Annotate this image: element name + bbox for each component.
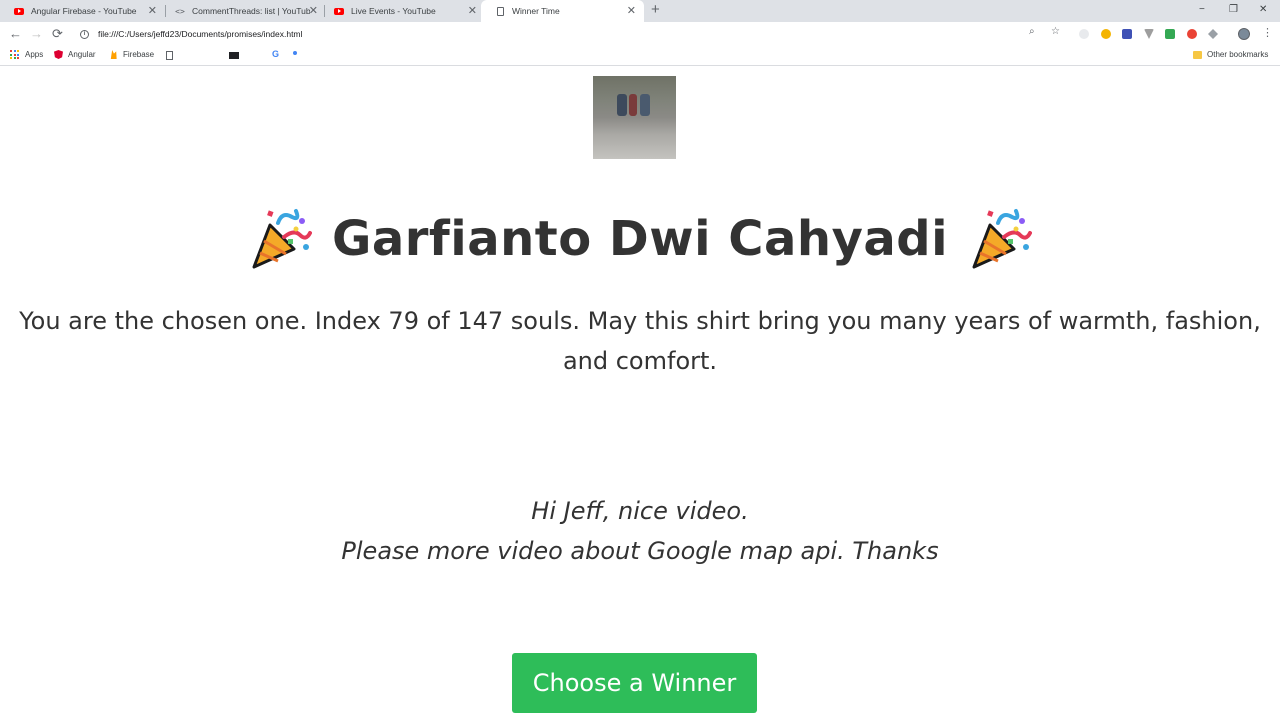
winner-comment: Hi Jeff, nice video. Please more video a… xyxy=(0,491,1280,571)
bookmark-label: Apps xyxy=(25,50,44,59)
other-bookmarks[interactable]: Other bookmarks xyxy=(1193,50,1268,59)
extension-icon[interactable] xyxy=(1101,29,1111,39)
close-tab-icon[interactable]: ✕ xyxy=(627,4,636,18)
tab-title: Live Events - YouTube xyxy=(351,6,436,16)
extension-icon[interactable] xyxy=(1122,29,1132,39)
photo-figure xyxy=(617,94,627,116)
page-content: Garfianto Dwi Cahyadi You are the chosen… xyxy=(0,67,1280,720)
bookmarks-bar: Apps Angular Firebase G Other bookmarks xyxy=(0,46,1280,66)
restore-icon[interactable]: ❐ xyxy=(1229,3,1238,17)
bookmark-star-icon[interactable]: ☆ xyxy=(1051,26,1060,38)
close-tab-icon[interactable]: ✕ xyxy=(309,4,318,18)
new-tab-button[interactable]: + xyxy=(651,2,660,18)
document-icon xyxy=(495,6,505,16)
back-button[interactable]: ← xyxy=(9,26,22,42)
winner-photo xyxy=(593,76,676,159)
comment-line: Hi Jeff, nice video. xyxy=(531,497,749,525)
bookmark-label: Firebase xyxy=(123,50,155,59)
extension-icon[interactable] xyxy=(1165,29,1175,39)
tab-title: Angular Firebase - YouTube xyxy=(31,6,137,16)
folder-icon xyxy=(1193,50,1202,59)
close-tab-icon[interactable]: ✕ xyxy=(468,4,477,18)
zoom-icon[interactable]: ⌕ xyxy=(1029,26,1035,38)
profile-avatar[interactable] xyxy=(1238,28,1250,40)
url-text[interactable]: file:///C:/Users/jeffd23/Documents/promi… xyxy=(98,29,302,39)
photo-figure xyxy=(629,94,637,116)
chrome-icon[interactable] xyxy=(293,51,297,55)
bookmark-icon[interactable] xyxy=(229,52,239,59)
tab-title: CommentThreads: list | YouTub... xyxy=(192,6,310,16)
winner-announcement: You are the chosen one. Index 79 of 147 … xyxy=(19,307,1261,375)
menu-icon[interactable]: ⋮ xyxy=(1262,26,1273,40)
youtube-icon xyxy=(334,6,344,16)
tab-angular-firebase[interactable]: Angular Firebase - YouTube ✕ xyxy=(0,0,165,22)
firebase-icon xyxy=(110,50,117,59)
tab-strip: Angular Firebase - YouTube ✕ <> CommentT… xyxy=(0,0,1280,22)
extension-icon[interactable] xyxy=(1187,29,1197,39)
winner-heading: Garfianto Dwi Cahyadi xyxy=(0,207,1280,271)
angular-icon xyxy=(54,50,63,59)
forward-button[interactable]: → xyxy=(30,26,43,42)
minimize-icon[interactable]: − xyxy=(1199,3,1205,17)
party-popper-icon xyxy=(972,209,1033,269)
bookmark-apps[interactable]: Apps xyxy=(10,50,43,59)
winner-name: Garfianto Dwi Cahyadi xyxy=(331,211,949,267)
info-icon[interactable]: i xyxy=(80,29,89,39)
tab-winner-time[interactable]: Winner Time ✕ xyxy=(481,0,644,22)
code-icon: <> xyxy=(175,6,185,16)
bookmark-firebase[interactable]: Firebase xyxy=(109,50,154,59)
bookmark-label: Angular xyxy=(68,50,96,59)
comment-line: Please more video about Google map api. … xyxy=(341,537,939,565)
bookmark-angular[interactable]: Angular xyxy=(54,50,96,59)
close-tab-icon[interactable]: ✕ xyxy=(148,4,157,18)
tab-commentthreads[interactable]: <> CommentThreads: list | YouTub... ✕ xyxy=(161,0,326,22)
choose-winner-button[interactable]: Choose a Winner xyxy=(512,653,757,713)
youtube-icon xyxy=(14,6,24,16)
photo-figure xyxy=(640,94,650,116)
close-window-icon[interactable]: ✕ xyxy=(1259,3,1267,17)
apps-icon xyxy=(10,50,19,59)
address-bar[interactable]: i file:///C:/Users/jeffd23/Documents/pro… xyxy=(74,25,1062,43)
party-popper-icon xyxy=(252,209,312,269)
google-icon[interactable]: G xyxy=(272,49,279,59)
extension-icon[interactable] xyxy=(1079,29,1089,39)
other-bookmarks-label: Other bookmarks xyxy=(1207,50,1269,59)
tab-live-events[interactable]: Live Events - YouTube ✕ xyxy=(320,0,485,22)
tab-title: Winner Time xyxy=(512,6,560,16)
reload-button[interactable]: ⟳ xyxy=(52,26,63,42)
document-bookmark-icon[interactable] xyxy=(166,51,173,60)
